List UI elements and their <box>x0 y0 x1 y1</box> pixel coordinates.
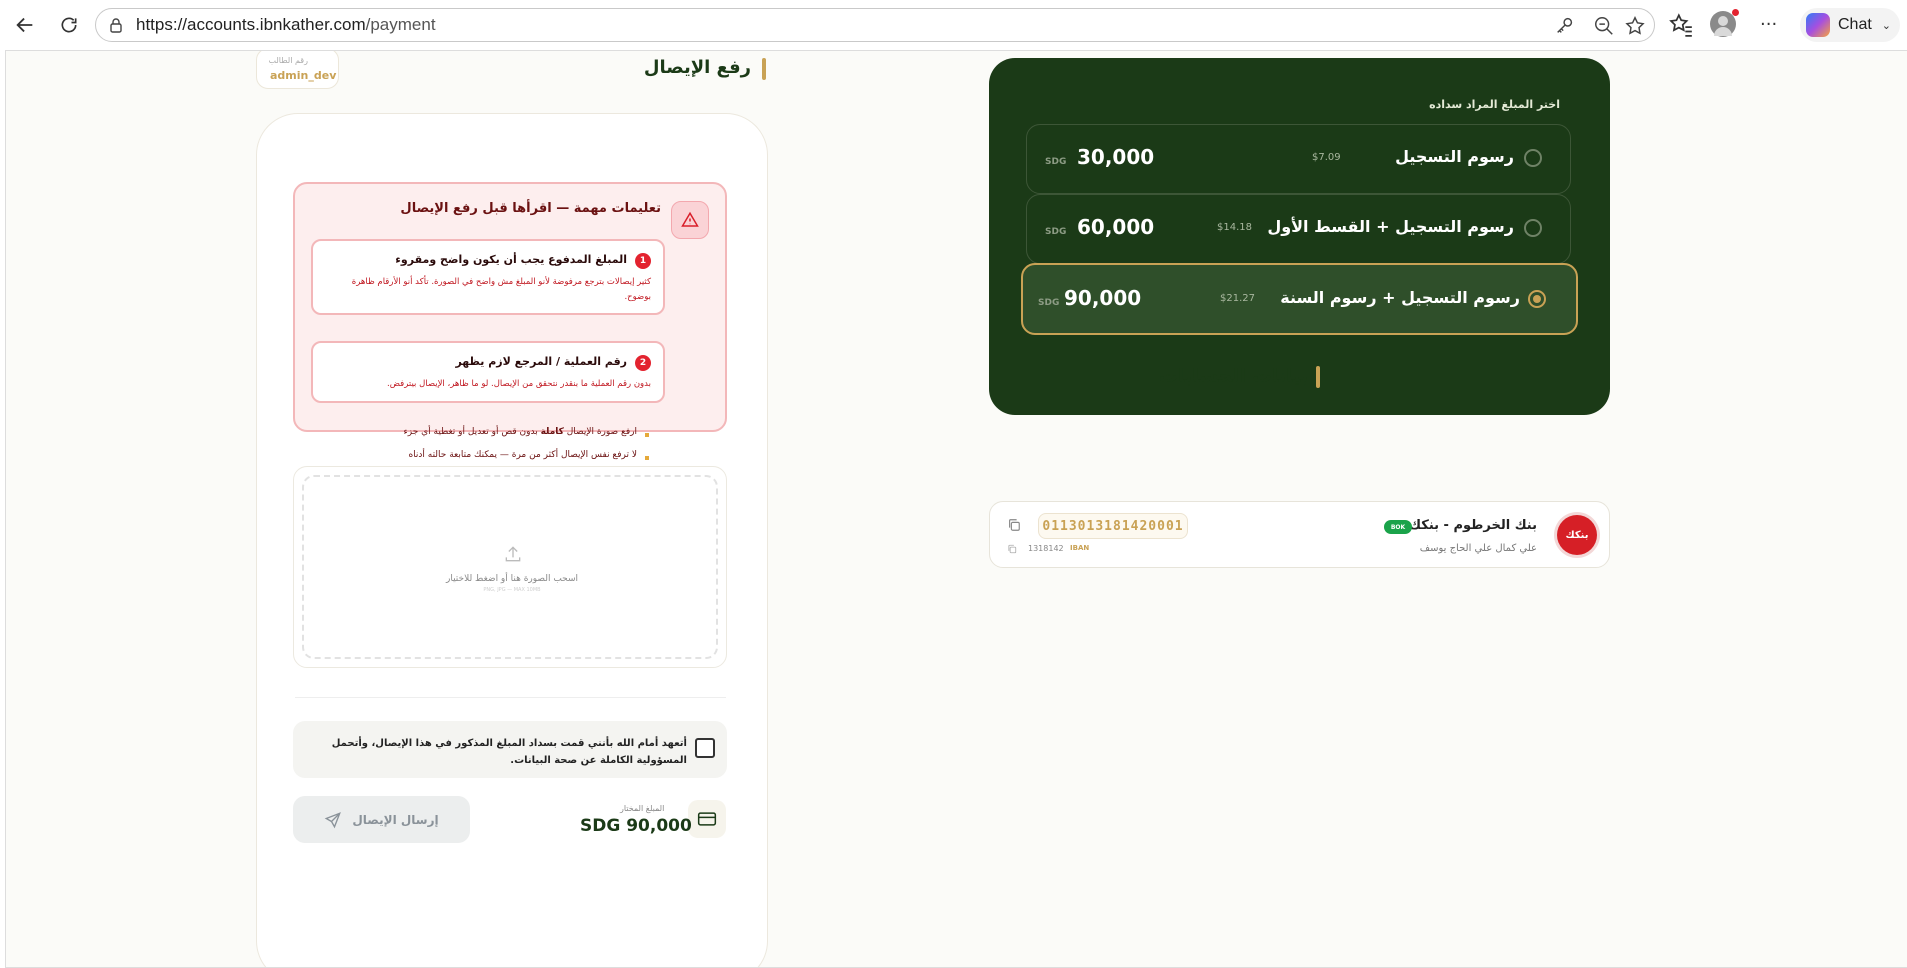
rule-description: بدون رقم العملية ما بنقدر نتحقق من الإيص… <box>387 379 651 389</box>
chevron-down-icon: ⌄ <box>1881 19 1892 32</box>
payment-option-first-installment[interactable]: رسوم التسجيل + القسط الأول $14.18 60,000… <box>1026 194 1571 264</box>
submit-receipt-button[interactable]: إرسال الإيصال <box>293 796 470 843</box>
option-currency: SDG <box>1045 227 1067 237</box>
send-icon <box>325 811 342 828</box>
accounts-heading: بيانات الحسابات <box>1158 365 1308 387</box>
selected-amount: SDG 90,000 <box>580 816 692 836</box>
option-currency: SDG <box>1038 298 1060 308</box>
option-usd: $7.09 <box>1312 152 1341 163</box>
payment-option-full-year[interactable]: رسوم التسجيل + رسوم السنة $21.27 90,000 … <box>1021 263 1578 335</box>
upload-heading: رفع الإيصال <box>643 57 751 78</box>
option-label: رسوم التسجيل <box>1395 147 1514 166</box>
bullet-text: ارفع صورة الإيصال <box>563 427 637 437</box>
key-icon[interactable] <box>1554 15 1576 37</box>
instructions-box: تعليمات مهمة — اقرأها قبل رفع الإيصال 1 … <box>293 182 727 460</box>
radio-button[interactable] <box>1524 219 1542 237</box>
address-bar[interactable]: https://accounts.ibnkather.com/payment <box>95 8 1655 42</box>
copilot-chat-button[interactable]: Chat ⌄ <box>1800 8 1900 42</box>
chat-label: Chat <box>1838 16 1872 33</box>
option-amount: 90,000 <box>1064 286 1142 310</box>
url-path: /payment <box>365 15 436 34</box>
dropzone-area[interactable]: اسحب الصورة هنا أو اضغط للاختيار PNG, JP… <box>302 475 718 659</box>
option-amount: 30,000 <box>1077 145 1155 169</box>
instruction-bullet-2: لا ترفع نفس الإيصال أكثر من مرة — يمكنك … <box>408 450 637 460</box>
iban-number: 1318142 <box>1028 544 1064 553</box>
receipt-dropzone[interactable]: اسحب الصورة هنا أو اضغط للاختيار PNG, JP… <box>293 466 727 668</box>
payment-options-title: اختر المبلغ المراد سداده <box>1429 98 1560 111</box>
payment-options-panel: اختر المبلغ المراد سداده رسوم التسجيل $7… <box>989 58 1610 415</box>
bullet-dot <box>645 433 649 437</box>
selected-amount-label: المبلغ المختار <box>620 804 665 813</box>
favorites-icon[interactable] <box>1668 12 1694 38</box>
url-host: https://accounts.ibnkather.com <box>136 15 366 34</box>
bank-badge: BOK <box>1384 520 1412 534</box>
bullet-text: بدون قص أو تعديل أو تغطية أي جزء <box>403 427 541 437</box>
rule-number: 1 <box>635 253 651 269</box>
option-usd: $21.27 <box>1220 293 1255 304</box>
section-accent-bar <box>1316 366 1320 388</box>
rule-number: 2 <box>635 355 651 371</box>
page-content: اختر المبلغ المراد سداده رسوم التسجيل $7… <box>5 50 1907 968</box>
instruction-bullet-1: ارفع صورة الإيصال كاملة بدون قص أو تعديل… <box>404 427 638 437</box>
section-accent-bar <box>762 58 766 80</box>
zoom-out-icon[interactable] <box>1593 15 1615 37</box>
favorite-star-icon[interactable] <box>1624 15 1646 37</box>
submit-label: إرسال الإيصال <box>352 812 439 827</box>
dropzone-text: اسحب الصورة هنا أو اضغط للاختيار <box>445 574 579 584</box>
instruction-rule-1: 1 المبلغ المدفوع يجب أن يكون واضح ومقروء… <box>311 239 665 315</box>
student-id-label: رقم الطالب <box>268 56 308 65</box>
bank-logo: بنكك <box>1557 515 1597 555</box>
radio-button-selected[interactable] <box>1528 290 1546 308</box>
instruction-rule-2: 2 رقم العملية / المرجع لازم يظهر بدون رق… <box>311 341 665 403</box>
student-id-box: رقم الطالب admin_dev <box>256 51 339 89</box>
bank-account-card: بنكك بنك الخرطوم - بنكك BOK علي كمال علي… <box>989 501 1610 568</box>
credit-card-icon <box>688 800 726 838</box>
rule-description: كثير إيصالات بترجع مرفوضة لأنو المبلغ مش… <box>351 277 651 302</box>
pledge-checkbox[interactable] <box>695 738 715 758</box>
account-holder: علي كمال علي الحاج يوسف <box>1419 543 1537 554</box>
site-info-icon[interactable] <box>108 17 124 33</box>
rule-title: رقم العملية / المرجع لازم يظهر <box>455 355 627 368</box>
dropzone-subtext: PNG, JPG — MAX 10MB <box>483 587 541 593</box>
instructions-title: تعليمات مهمة — اقرأها قبل رفع الإيصال <box>400 201 661 216</box>
reload-icon[interactable] <box>52 8 86 42</box>
option-label: رسوم التسجيل + القسط الأول <box>1267 217 1514 236</box>
back-icon[interactable] <box>8 8 42 42</box>
option-amount: 60,000 <box>1077 215 1155 239</box>
warning-icon <box>671 201 709 239</box>
option-currency: SDG <box>1045 157 1067 167</box>
pledge-box: أتعهد أمام الله بأنني قمت بسداد المبلغ ا… <box>293 721 727 778</box>
copy-iban-icon[interactable] <box>1007 544 1017 554</box>
option-usd: $14.18 <box>1217 222 1252 233</box>
upload-icon <box>505 546 521 562</box>
copilot-icon <box>1806 13 1830 37</box>
rule-title: المبلغ المدفوع يجب أن يكون واضح ومقروء <box>395 253 627 266</box>
option-label: رسوم التسجيل + رسوم السنة <box>1280 288 1520 307</box>
more-menu-icon[interactable]: ··· <box>1760 14 1777 35</box>
bullet-dot <box>645 456 649 460</box>
bullet-text: لا ترفع نفس الإيصال أكثر من مرة — يمكنك … <box>408 450 637 460</box>
profile-avatar[interactable] <box>1710 9 1739 37</box>
student-id-value: admin_dev <box>270 69 337 82</box>
url-text[interactable]: https://accounts.ibnkather.com/payment <box>136 15 436 35</box>
divider <box>295 697 726 698</box>
pledge-text[interactable]: أتعهد أمام الله بأنني قمت بسداد المبلغ ا… <box>307 735 687 769</box>
bank-name: بنك الخرطوم - بنكك <box>1409 518 1537 533</box>
radio-button[interactable] <box>1524 149 1542 167</box>
browser-toolbar: https://accounts.ibnkather.com/payment ·… <box>0 0 1907 50</box>
notification-dot <box>1732 9 1739 16</box>
account-number[interactable]: 0113013181420001 <box>1038 513 1188 539</box>
payment-option-registration[interactable]: رسوم التسجيل $7.09 30,000 SDG <box>1026 124 1571 194</box>
copy-icon[interactable] <box>1007 518 1021 532</box>
bullet-bold-text: كاملة <box>540 427 564 437</box>
iban-label: IBAN <box>1070 544 1090 552</box>
